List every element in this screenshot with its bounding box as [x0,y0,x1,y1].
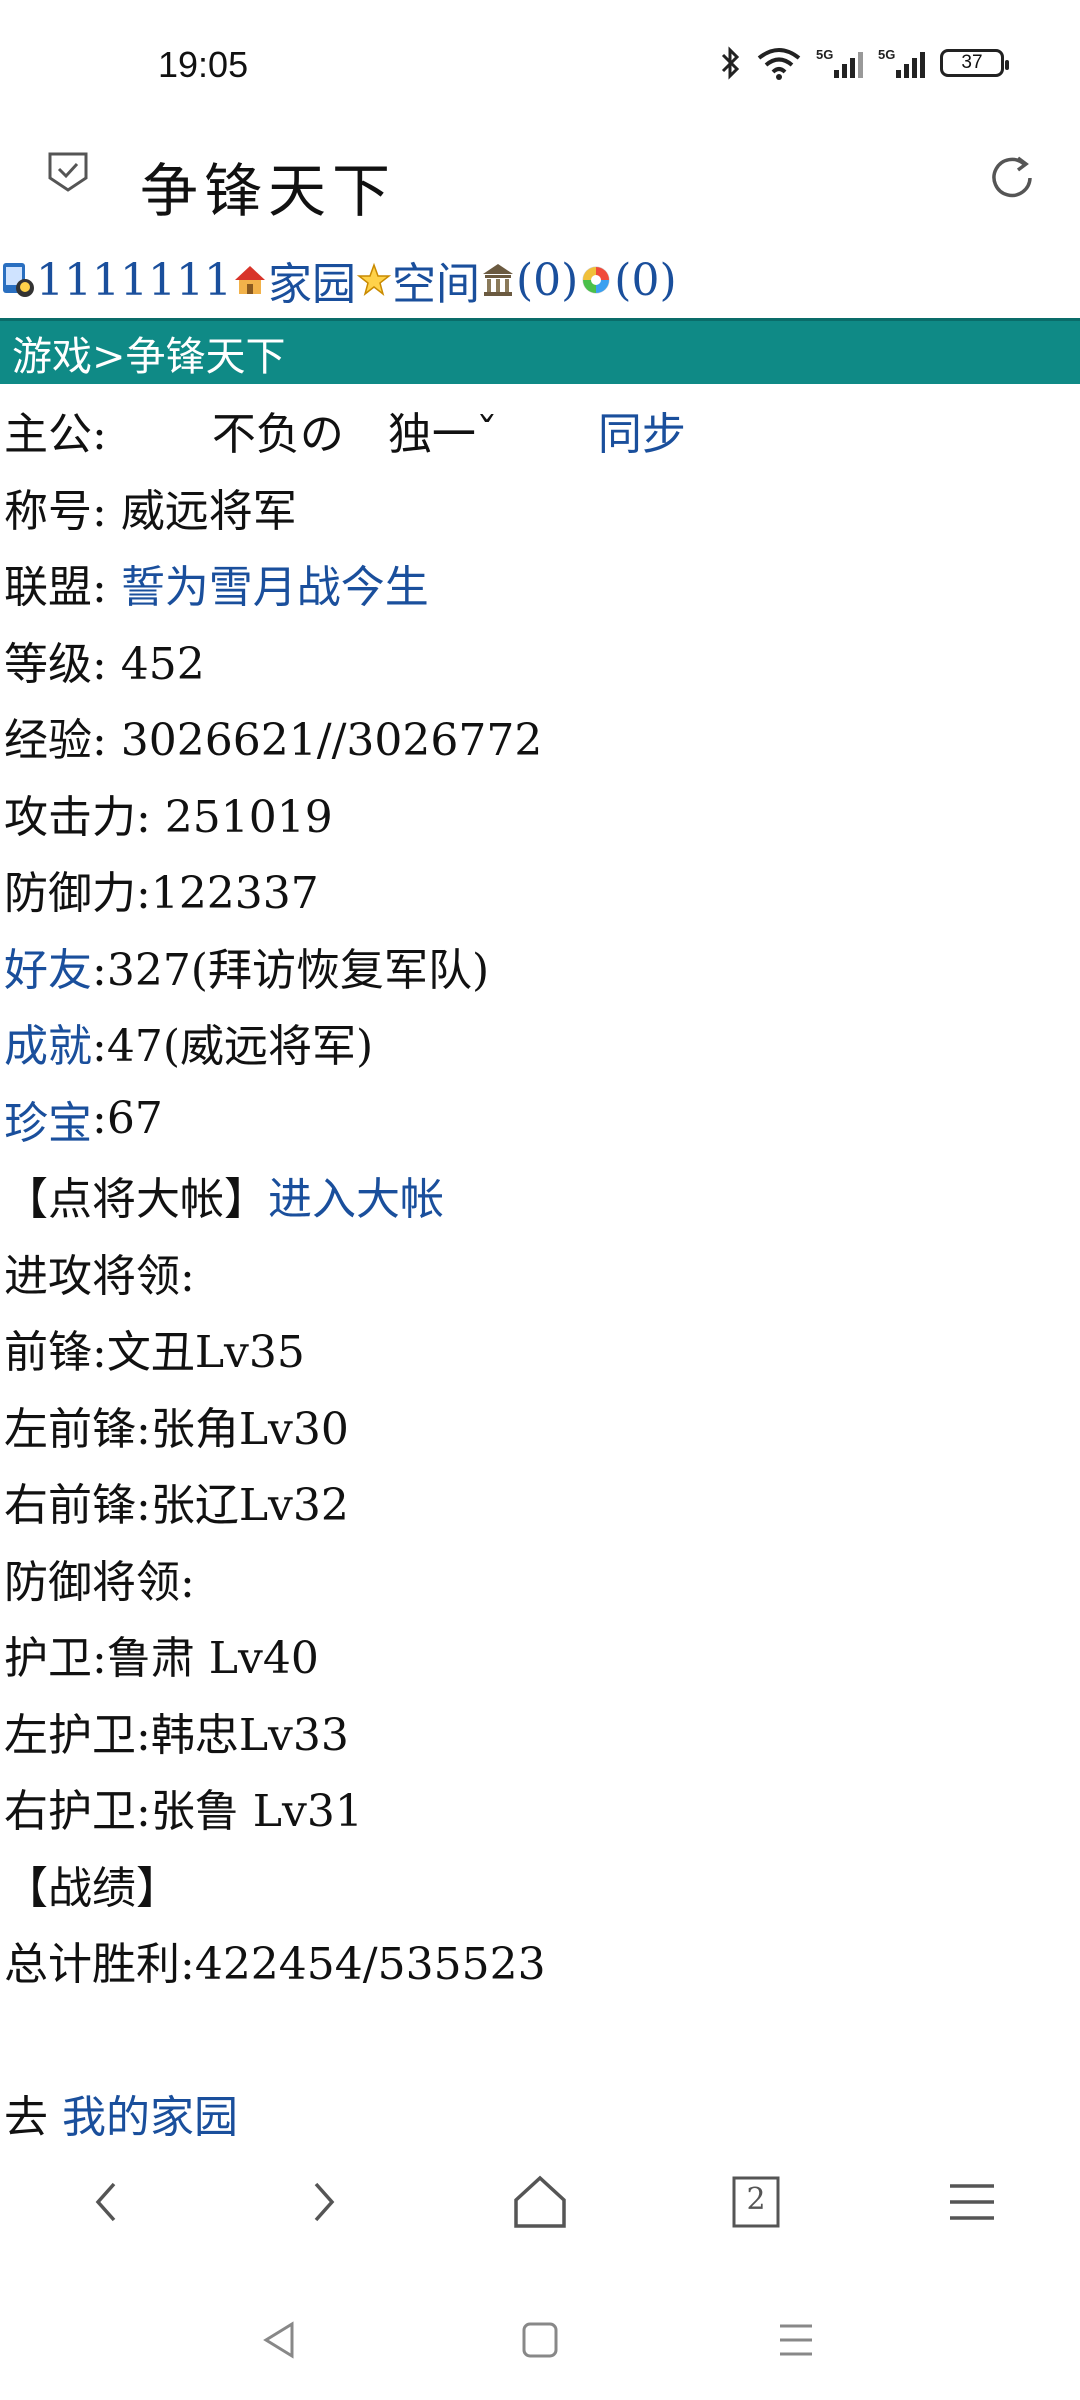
qq-user-icon [3,263,34,297]
alliance-label: 联盟: [4,562,121,614]
home-icon [234,266,265,294]
status-icons: 5G 5G 37 [720,46,1009,80]
alliance-link[interactable]: 誓为雪月战今生 [121,551,429,615]
attack-generals-label: 进攻将领: [4,1250,195,1302]
title-label: 称号: [4,485,121,537]
battery-icon: 37 [940,49,1009,77]
guard-row: 护卫:鲁肃 Lv40 [4,1633,319,1685]
browser-bottom-nav: 2 [0,2150,1080,2250]
lord-label: 主公: [4,409,107,461]
vanguard-row: 前锋:文丑Lv35 [4,1327,305,1379]
friends-row: 好友:327(拜访恢复军队) [4,928,1074,1005]
goto-label: 去 [4,2092,62,2144]
friends-text: :327(拜访恢复军队) [92,944,490,996]
menu-icon[interactable] [940,2170,1004,2234]
status-bar: 19:05 5G 5G 37 [0,0,1080,130]
top-links: 1111111 家园 空间 (0) (0) [0,248,677,312]
attack-row: 攻击力: 251019 [4,791,333,843]
left-guard-row: 左护卫:韩忠Lv33 [4,1709,349,1761]
level-row: 等级: 452 [4,638,205,690]
bank-count-link[interactable]: (0) [516,255,578,306]
system-nav-bar [0,2300,1080,2380]
user-id-link[interactable]: 1111111 [36,255,232,306]
achievement-link[interactable]: 成就 [4,1010,92,1074]
camp-label: 【点将大帐】 [4,1174,268,1226]
home-nav-icon[interactable] [508,2170,572,2234]
wifi-icon [757,48,801,80]
bluetooth-icon [721,46,740,80]
browser-header: 争锋天下 [0,130,1080,250]
lord-row: 主公: 不负の 独一ˇ 同步 [4,392,1074,469]
tabs-button[interactable]: 2 [724,2170,788,2234]
clock: 19:05 [158,44,249,85]
achievement-text: :47(威远将军) [92,1021,374,1073]
system-recents-icon[interactable] [774,2318,818,2362]
defense-row: 防御力:122337 [4,868,319,920]
signal-label-2: 5G [878,47,895,62]
photo-count-link[interactable]: (0) [614,255,676,306]
forward-icon[interactable] [290,2170,354,2234]
right-guard-row: 右护卫:张鲁 Lv31 [4,1786,363,1838]
camp-row: 【点将大帐】 进入大帐 [4,1157,1074,1234]
title-value: 威远将军 [120,485,297,537]
bank-icon [482,264,513,296]
star-icon [356,262,392,296]
treasure-row: 珍宝:67 [4,1081,1074,1158]
profile-content: 主公: 不负の 独一ˇ 同步 称号: 威远将军 联盟: 誓为雪月战今生 等级: … [4,392,1074,2152]
signal-5g-icon-2: 5G [878,47,925,78]
total-wins-row: 总计胜利:422454/535523 [4,1939,546,1991]
friends-link[interactable]: 好友 [4,934,92,998]
sync-link[interactable]: 同步 [598,398,686,462]
goto-home-row: 去 我的家园 [4,2075,1074,2152]
lord-name: 不负の 独一ˇ [211,409,498,461]
enter-camp-link[interactable]: 进入大帐 [268,1163,444,1227]
left-vanguard-row: 左前锋:张角Lv30 [4,1403,349,1455]
tab-count: 2 [746,2182,766,2217]
treasure-text: :67 [92,1093,163,1145]
achievement-row: 成就:47(威远将军) [4,1004,1074,1081]
my-home-link[interactable]: 我的家园 [62,2081,238,2145]
signal-label-1: 5G [816,47,833,62]
exp-row: 经验: 3026621//3026772 [4,715,543,767]
record-label: 【战绩】 [4,1862,180,1914]
alliance-row: 联盟: 誓为雪月战今生 [4,545,1074,622]
right-vanguard-row: 右前锋:张辽Lv32 [4,1480,349,1532]
back-icon[interactable] [76,2170,140,2234]
defense-generals-label: 防御将领: [4,1556,195,1608]
system-home-icon[interactable] [518,2318,562,2362]
reload-icon[interactable] [984,150,1040,206]
space-link[interactable]: 空间 [392,248,480,312]
title-row: 称号: 威远将军 [4,469,1074,546]
page-title: 争锋天下 [140,157,397,225]
breadcrumb: 游戏>争锋天下 [0,318,1080,384]
shield-check-icon[interactable] [46,150,90,194]
system-back-icon[interactable] [258,2318,302,2362]
photo-pinwheel-icon [582,266,610,294]
treasure-link[interactable]: 珍宝 [4,1087,92,1151]
home-link[interactable]: 家园 [268,248,356,312]
signal-5g-icon: 5G [816,47,863,78]
